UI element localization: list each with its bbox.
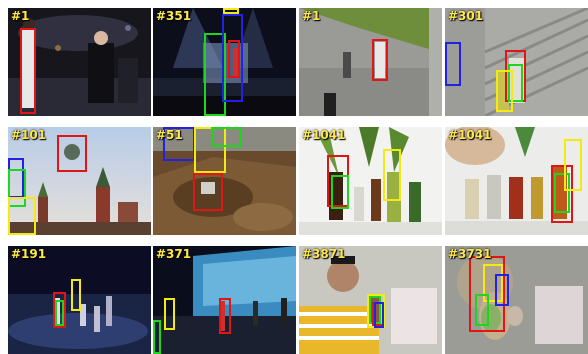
frame-number: #191 [11,247,47,261]
tracking-box-yellow [71,279,81,311]
tracking-box-red [193,173,223,211]
tracking-box-green [475,294,489,326]
tracking-box-yellow [223,8,239,14]
tracking-box-green [211,127,241,147]
frame-10: #371 [153,246,296,354]
tracking-box-red [219,298,231,334]
tracking-box-red [20,28,36,114]
frame-image [299,8,442,116]
tracking-box-blue [374,302,384,328]
tracking-box-red [372,39,388,81]
frame-number: #3731 [448,247,492,261]
frame-image [299,127,442,235]
frame-5: #101 [8,127,151,235]
frame-number: #1 [11,9,30,23]
frame-number: #1041 [448,128,492,142]
tracking-box-blue [495,274,509,306]
tracking-box-green [55,300,64,326]
tracking-box-yellow [8,197,36,235]
frame-number: #51 [156,128,183,142]
tracking-box-green [331,175,349,209]
frame-9: #191 [8,246,151,354]
tracking-results-grid: #1 #351 #1 #301 #101 #51 #1041 #1041 #19… [0,0,588,354]
frame-number: #1 [302,9,321,23]
frame-number: #301 [448,9,484,23]
frame-2: #351 [153,8,296,116]
frame-number: #351 [156,9,192,23]
tracking-box-yellow [496,70,513,112]
frame-12: #3731 [445,246,588,354]
frame-3: #1 [299,8,442,116]
frame-8: #1041 [445,127,588,235]
tracking-box-yellow [383,149,401,201]
tracking-box-red [57,135,87,172]
frame-1: #1 [8,8,151,116]
tracking-box-green [153,320,161,354]
frame-number: #371 [156,247,192,261]
frame-11: #3871 [299,246,442,354]
frame-image [445,246,588,354]
tracking-box-yellow [164,298,175,330]
frame-7: #1041 [299,127,442,235]
frame-number: #101 [11,128,47,142]
tracking-box-yellow [564,139,582,191]
frame-number: #1041 [302,128,346,142]
frame-6: #51 [153,127,296,235]
frame-4: #301 [445,8,588,116]
tracking-box-blue [222,14,243,102]
tracking-box-blue [445,42,461,86]
frame-number: #3871 [302,247,346,261]
